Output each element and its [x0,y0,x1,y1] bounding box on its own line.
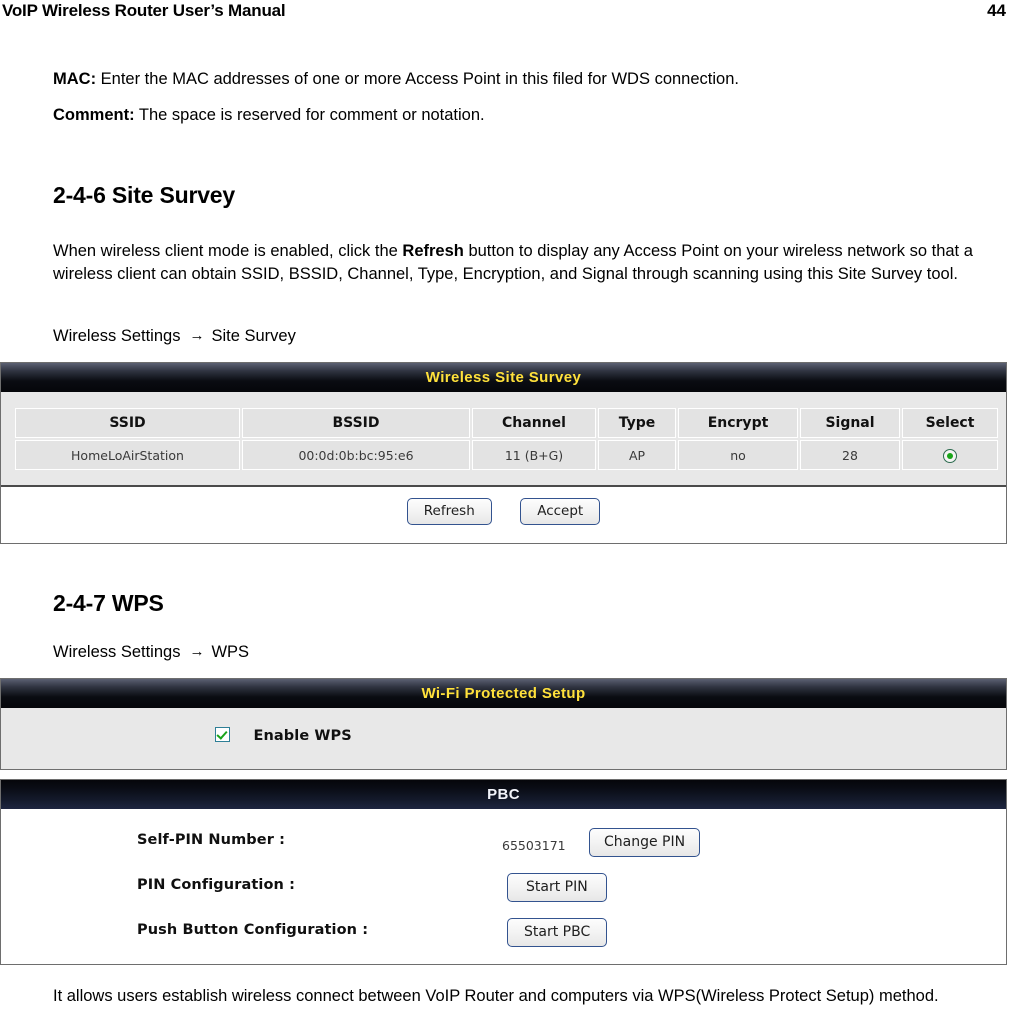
self-pin-row: Self-PIN Number : 65503171 Change PIN [1,828,1006,872]
breadcrumb-site-survey: Wireless Settings → Site Survey [53,324,296,348]
cell-signal: 28 [800,440,900,470]
breadcrumb-leaf: Site Survey [211,327,296,345]
running-head: VoIP Wireless Router User’s Manual 44 [0,0,1009,24]
cell-bssid: 00:0d:0b:bc:95:e6 [242,440,470,470]
self-pin-value: 65503171 [502,838,566,853]
mac-label: MAC: [53,70,97,88]
wps-panel-body: Enable WPS [1,708,1006,769]
column-header-type: Type [598,408,676,438]
cell-encrypt: no [678,440,798,470]
cell-select[interactable] [902,440,998,470]
heading-site-survey: 2-4-6 Site Survey [53,182,235,208]
breadcrumb-root: Wireless Settings [53,327,181,345]
comment-text: The space is reserved for comment or not… [134,106,485,124]
table-row: HomeLoAirStation 00:0d:0b:bc:95:e6 11 (B… [15,440,998,470]
table-header-row: SSID BSSID Channel Type Encrypt Signal S… [15,408,998,438]
site-survey-description: When wireless client mode is enabled, cl… [53,240,1003,286]
push-button-configuration-row: Push Button Configuration : Start PBC [1,918,1006,962]
wireless-site-survey-panel: Wireless Site Survey SSID BSSID Channel … [0,362,1007,544]
site-survey-table: SSID BSSID Channel Type Encrypt Signal S… [13,406,1000,472]
pin-configuration-row: PIN Configuration : Start PIN [1,873,1006,917]
pin-configuration-label: PIN Configuration : [137,877,295,893]
page-number: 44 [987,1,1006,20]
column-header-encrypt: Encrypt [678,408,798,438]
column-header-bssid: BSSID [242,408,470,438]
accept-button[interactable]: Accept [520,498,601,525]
pbc-panel-body: Self-PIN Number : 65503171 Change PIN PI… [1,809,1006,964]
heading-wps: 2-4-7 WPS [53,590,164,616]
cell-type: AP [598,440,676,470]
breadcrumb-wps: Wireless Settings → WPS [53,640,249,664]
refresh-button[interactable]: Refresh [406,498,492,525]
panel-title-site-survey: Wireless Site Survey [1,363,1006,392]
push-button-configuration-label: Push Button Configuration : [137,922,369,938]
comment-label: Comment: [53,106,135,124]
panel-title-wps: Wi-Fi Protected Setup [1,679,1006,708]
cell-ssid: HomeLoAirStation [15,440,240,470]
selected-radio-icon[interactable] [943,448,957,463]
site-survey-action-bar: Refresh Accept [1,487,1006,537]
panel-title-pbc: PBC [1,780,1006,809]
arrow-right-icon: → [189,327,205,344]
column-header-select: Select [902,408,998,438]
mac-text: Enter the MAC addresses of one or more A… [96,70,739,88]
site-survey-table-area: SSID BSSID Channel Type Encrypt Signal S… [1,392,1006,487]
site-survey-description-part1: When wireless client mode is enabled, cl… [53,242,403,260]
refresh-emphasis: Refresh [402,242,464,260]
cell-channel: 11 (B+G) [472,440,596,470]
wps-footer-paragraph: It allows users establish wireless conne… [53,987,939,1005]
self-pin-label: Self-PIN Number : [137,832,286,848]
breadcrumb-root-wps: Wireless Settings [53,643,181,661]
comment-paragraph: Comment: The space is reserved for comme… [53,104,993,127]
column-header-signal: Signal [800,408,900,438]
start-pbc-button[interactable]: Start PBC [507,918,608,947]
start-pin-button[interactable]: Start PIN [507,873,607,902]
arrow-right-icon: → [189,643,205,660]
column-header-channel: Channel [472,408,596,438]
manual-title: VoIP Wireless Router User’s Manual [2,1,286,20]
change-pin-button[interactable]: Change PIN [589,828,701,857]
wifi-protected-setup-panel: Wi-Fi Protected Setup Enable WPS [0,678,1007,770]
enable-wps-label: Enable WPS [253,728,352,744]
mac-paragraph: MAC: Enter the MAC addresses of one or m… [53,68,993,91]
breadcrumb-leaf-wps: WPS [211,643,250,661]
enable-wps-row[interactable]: Enable WPS [215,727,352,745]
column-header-ssid: SSID [15,408,240,438]
pbc-panel: PBC Self-PIN Number : 65503171 Change PI… [0,779,1007,965]
enable-wps-checkbox[interactable] [215,727,230,742]
